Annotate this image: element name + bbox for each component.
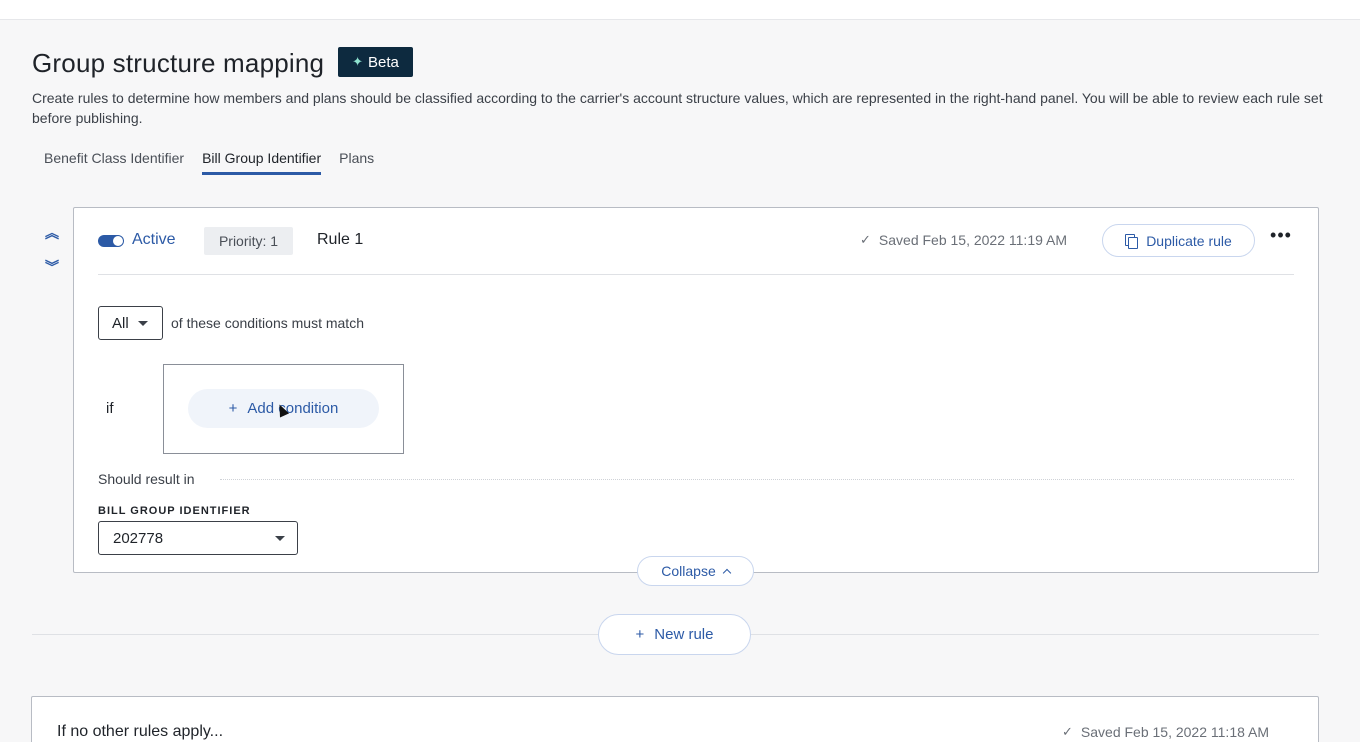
if-label: if xyxy=(106,400,114,417)
beta-badge: ✦ Beta xyxy=(338,47,413,77)
caret-down-icon xyxy=(138,321,148,326)
active-toggle[interactable] xyxy=(98,235,124,247)
page-title: Group structure mapping xyxy=(32,48,325,78)
add-condition-label: Add condition xyxy=(247,400,339,417)
plus-icon: + xyxy=(635,626,645,643)
rule-card: Active Priority: 1 Rule 1 ✓ Saved Feb 15… xyxy=(73,207,1319,573)
result-divider xyxy=(220,479,1294,480)
fallback-rule-card: If no other rules apply... ✓ Saved Feb 1… xyxy=(31,696,1319,742)
rule-name: Rule 1 xyxy=(317,231,364,248)
match-select[interactable]: All xyxy=(98,306,163,340)
check-icon: ✓ xyxy=(860,232,871,247)
move-down-icon[interactable]: ︾ xyxy=(44,260,60,274)
bill-group-value: 202778 xyxy=(113,529,164,547)
page-description: Create rules to determine how members an… xyxy=(32,90,1323,126)
new-rule-button[interactable]: + New rule xyxy=(598,614,751,655)
condition-box: + Add condition xyxy=(163,364,404,454)
plus-icon: + xyxy=(228,400,238,417)
more-options-icon[interactable]: ••• xyxy=(1270,226,1292,250)
caret-down-icon xyxy=(275,536,285,541)
active-label: Active xyxy=(132,231,176,248)
priority-chip[interactable]: Priority: 1 xyxy=(204,227,293,255)
collapse-label: Collapse xyxy=(661,563,716,579)
bill-group-field-label: BILL GROUP IDENTIFIER xyxy=(98,505,251,517)
move-up-icon[interactable]: ︽ xyxy=(44,226,60,240)
tab-bill-group-identifier[interactable]: Bill Group Identifier xyxy=(202,148,322,175)
tab-benefit-class-identifier[interactable]: Benefit Class Identifier xyxy=(32,148,196,175)
fallback-title: If no other rules apply... xyxy=(57,723,224,740)
check-icon: ✓ xyxy=(1062,724,1073,739)
fallback-saved-status: ✓ Saved Feb 15, 2022 11:18 AM xyxy=(1062,724,1269,740)
sparkle-icon: ✦ xyxy=(352,54,364,69)
result-label: Should result in xyxy=(98,471,195,487)
top-bar xyxy=(0,0,1360,20)
tab-bar: Benefit Class Identifier Bill Group Iden… xyxy=(32,148,386,176)
header-divider xyxy=(98,274,1294,275)
tab-plans[interactable]: Plans xyxy=(327,148,386,175)
copy-icon xyxy=(1125,233,1139,249)
new-rule-label: New rule xyxy=(654,626,714,643)
saved-text: Saved Feb 15, 2022 11:19 AM xyxy=(878,232,1068,248)
duplicate-rule-label: Duplicate rule xyxy=(1146,232,1232,249)
fallback-saved-text: Saved Feb 15, 2022 11:18 AM xyxy=(1080,724,1270,740)
beta-label: Beta xyxy=(368,53,399,71)
chevron-up-icon xyxy=(722,568,731,577)
match-text: of these conditions must match xyxy=(171,315,364,331)
bill-group-select[interactable]: 202778 xyxy=(98,521,298,555)
saved-status: ✓ Saved Feb 15, 2022 11:19 AM xyxy=(860,232,1067,248)
duplicate-rule-button[interactable]: Duplicate rule xyxy=(1102,224,1255,257)
match-value: All xyxy=(112,314,129,332)
collapse-button[interactable]: Collapse xyxy=(637,556,754,586)
